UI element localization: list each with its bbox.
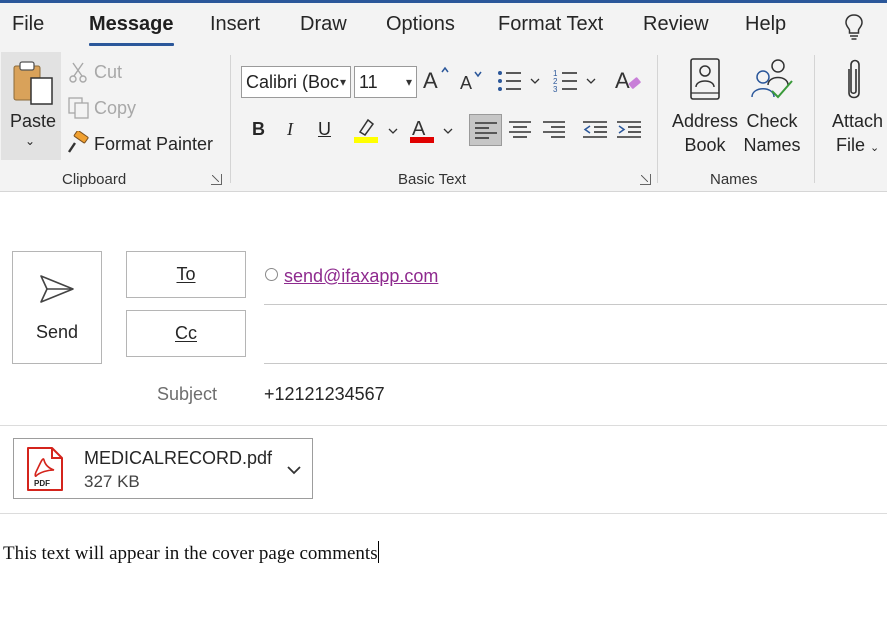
tab-file[interactable]: File: [12, 13, 44, 36]
underline-button[interactable]: U: [318, 119, 331, 140]
increase-indent-icon[interactable]: [617, 120, 641, 145]
format-painter-icon: [66, 129, 90, 160]
chevron-down-icon: ▾: [405, 75, 412, 89]
svg-text:A: A: [412, 118, 426, 140]
cc-field[interactable]: [264, 320, 884, 350]
scissors-icon: [68, 61, 88, 88]
message-body[interactable]: This text will appear in the cover page …: [3, 541, 379, 565]
svg-text:A: A: [615, 68, 630, 93]
check-names-button[interactable]: Check Names: [740, 57, 804, 157]
font-name-combo[interactable]: Calibri (Boc ▾: [241, 66, 351, 98]
svg-text:A: A: [423, 68, 438, 93]
paste-button[interactable]: Paste ⌄: [1, 52, 61, 160]
font-color-icon[interactable]: A: [410, 116, 458, 149]
text-cursor: [377, 541, 379, 563]
check-names-icon: [751, 59, 793, 99]
names-group-label: Names: [710, 171, 758, 188]
subject-field[interactable]: +12121234567: [264, 384, 385, 405]
cc-field-underline: [264, 363, 887, 364]
clear-formatting-icon[interactable]: A: [615, 66, 643, 99]
to-field-underline: [264, 304, 887, 305]
presence-icon: [265, 268, 278, 281]
attachment-divider: [0, 513, 887, 514]
ribbon: Paste ⌄ Cut Copy Format Painter Clipboar…: [0, 49, 887, 192]
tab-message[interactable]: Message: [89, 13, 174, 46]
paperclip-icon: [848, 59, 860, 99]
tab-options[interactable]: Options: [386, 13, 455, 36]
cut-button[interactable]: Cut: [94, 62, 122, 83]
to-button[interactable]: To: [126, 251, 246, 298]
ribbon-tab-bar: File Message Insert Draw Options Format …: [0, 3, 887, 49]
chevron-down-icon: ▾: [339, 75, 346, 89]
check-names-label-2: Names: [743, 135, 801, 155]
attach-label-2: File: [836, 135, 866, 155]
pdf-badge: PDF: [34, 479, 50, 488]
svg-text:3: 3: [553, 85, 558, 93]
subject-label: Subject: [157, 384, 218, 404]
body-text: This text will appear in the cover page …: [3, 543, 378, 564]
group-divider: [814, 55, 815, 183]
attach-file-button[interactable]: Attach File ⌄: [826, 57, 887, 160]
italic-button[interactable]: I: [287, 119, 293, 140]
shrink-font-icon[interactable]: A: [460, 69, 486, 100]
align-right-icon[interactable]: [543, 120, 565, 145]
numbering-icon[interactable]: 123: [553, 69, 601, 98]
font-size-value: 11: [359, 72, 378, 92]
to-recipient[interactable]: send@ifaxapp.com: [284, 266, 438, 286]
send-icon: [40, 275, 74, 303]
copy-icon: [67, 96, 91, 125]
to-label: To: [176, 264, 196, 284]
attachment-card[interactable]: PDF MEDICALRECORD.pdf 327 KB: [13, 438, 313, 499]
chevron-down-icon: ⌄: [25, 134, 36, 148]
align-left-button[interactable]: [469, 114, 502, 146]
svg-text:A: A: [460, 73, 472, 93]
decrease-indent-icon[interactable]: [583, 120, 607, 145]
tab-review[interactable]: Review: [643, 13, 709, 36]
cc-button[interactable]: Cc: [126, 310, 246, 357]
attach-label-1: Attach: [832, 111, 884, 131]
header-divider: [0, 425, 887, 426]
clipboard-launcher-icon[interactable]: [211, 174, 222, 185]
cc-label: Cc: [175, 323, 197, 343]
basic-text-launcher-icon[interactable]: [640, 174, 651, 185]
send-button[interactable]: Send: [12, 251, 102, 364]
group-divider: [657, 55, 658, 183]
attachment-name: MEDICALRECORD.pdf: [84, 448, 273, 468]
chevron-down-icon: ⌄: [870, 142, 880, 154]
address-book-label-2: Book: [684, 135, 726, 155]
bold-button[interactable]: B: [252, 119, 265, 140]
bullets-icon[interactable]: [497, 69, 545, 98]
tab-insert[interactable]: Insert: [210, 13, 260, 36]
to-field[interactable]: send@ifaxapp.com: [265, 266, 438, 287]
format-painter-button[interactable]: Format Painter: [94, 134, 213, 155]
align-center-icon[interactable]: [509, 120, 531, 145]
font-name-value: Calibri (Boc: [246, 72, 340, 92]
tab-draw[interactable]: Draw: [300, 13, 347, 36]
address-book-label-1: Address: [671, 111, 739, 131]
address-book-button[interactable]: Address Book: [667, 57, 743, 157]
tab-format-text[interactable]: Format Text: [498, 13, 603, 36]
send-label: Send: [35, 322, 79, 342]
basic-text-group-label: Basic Text: [398, 171, 467, 188]
group-divider: [230, 55, 231, 183]
chevron-down-icon[interactable]: [286, 463, 302, 481]
font-size-combo[interactable]: 11 ▾: [354, 66, 417, 98]
address-book-icon: [690, 58, 720, 100]
clipboard-group-label: Clipboard: [62, 171, 127, 188]
highlight-icon[interactable]: [353, 116, 401, 149]
tab-help[interactable]: Help: [745, 13, 786, 36]
attachment-size: 327 KB: [84, 472, 140, 491]
lightbulb-icon[interactable]: [844, 13, 864, 46]
pdf-file-icon: PDF: [26, 446, 64, 497]
grow-font-icon[interactable]: A: [423, 66, 451, 99]
paste-label: Paste: [10, 111, 57, 131]
copy-button[interactable]: Copy: [94, 98, 136, 119]
check-names-label-1: Check: [746, 111, 798, 131]
